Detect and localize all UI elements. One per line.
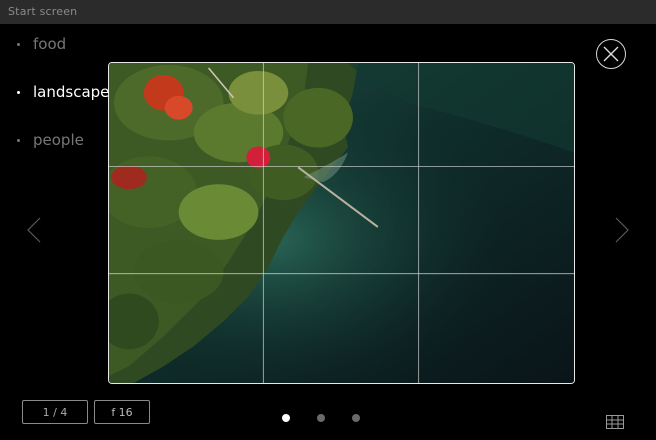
- aperture-button[interactable]: f 16: [94, 400, 150, 424]
- nav-item-people[interactable]: people: [17, 126, 113, 154]
- chevron-left-icon: [27, 217, 41, 243]
- page-dot-2[interactable]: [317, 414, 325, 422]
- nav-item-label: food: [33, 35, 67, 53]
- viewer-stage: food landscape people 1 / 4 f 16: [0, 24, 656, 440]
- bullet-icon: [17, 138, 20, 142]
- page-dot-1[interactable]: [282, 414, 290, 422]
- grid-toggle-button[interactable]: [606, 414, 624, 429]
- nav-item-label: landscape: [33, 83, 110, 101]
- landscape-photo: [109, 63, 574, 383]
- close-button[interactable]: [596, 39, 626, 69]
- page-dot-3[interactable]: [352, 414, 360, 422]
- next-button[interactable]: [614, 216, 630, 244]
- bullet-icon: [17, 42, 20, 46]
- window-title: Start screen: [0, 0, 656, 24]
- app-window: Start screen food landscape people 1 / 4…: [0, 0, 656, 440]
- nav-item-label: people: [33, 131, 84, 149]
- category-nav: food landscape people: [17, 30, 113, 174]
- photo-counter: 1 / 4: [22, 400, 88, 424]
- chevron-right-icon: [615, 217, 629, 243]
- nav-item-landscape[interactable]: landscape: [17, 78, 113, 106]
- pagination-dots: [280, 414, 370, 424]
- previous-button[interactable]: [26, 216, 42, 244]
- photo-viewer[interactable]: [108, 62, 575, 384]
- bullet-icon: [17, 90, 20, 94]
- grid-icon: [606, 415, 624, 429]
- nav-item-food[interactable]: food: [17, 30, 113, 58]
- close-icon: [603, 46, 619, 62]
